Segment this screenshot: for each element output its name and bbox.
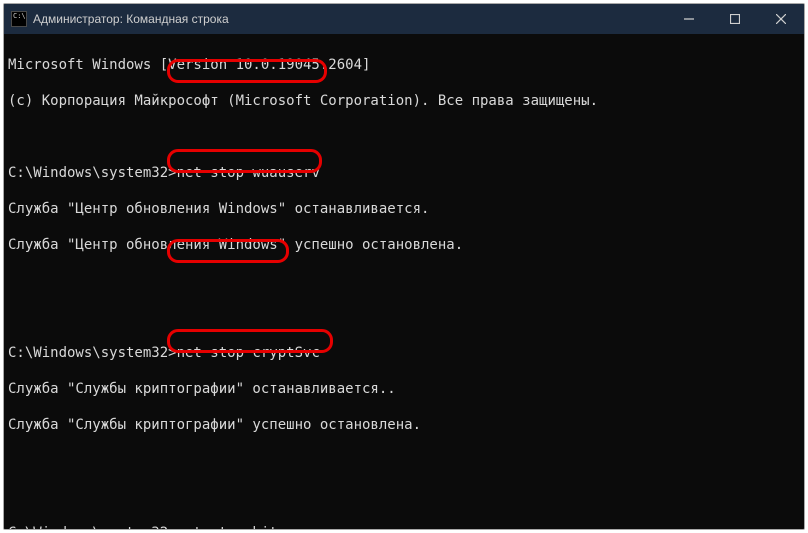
output-line (8, 452, 800, 470)
output-line: (c) Корпорация Майкрософт (Microsoft Cor… (8, 92, 800, 110)
cmd-icon (11, 11, 27, 27)
window-title: Администратор: Командная строка (33, 12, 666, 26)
output-line (8, 488, 800, 506)
close-button[interactable] (758, 4, 804, 34)
prompt: C:\Windows\system32> (8, 345, 177, 361)
output-line (8, 128, 800, 146)
window-controls (666, 4, 804, 34)
output-line: Служба "Службы криптографии" успешно ост… (8, 416, 800, 434)
prompt-line: C:\Windows\system32>net stop wuauserv (8, 164, 800, 182)
close-icon (776, 14, 786, 24)
output-line: Служба "Центр обновления Windows" остана… (8, 200, 800, 218)
maximize-icon (730, 14, 740, 24)
minimize-icon (684, 14, 694, 24)
output-line (8, 308, 800, 326)
command-text: net stop bits (177, 525, 287, 530)
command-text: net stop wuauserv (177, 165, 320, 181)
terminal-output[interactable]: Microsoft Windows [Version 10.0.19045.26… (4, 34, 804, 529)
output-line: Служба "Службы криптографии" останавлива… (8, 380, 800, 398)
title-bar[interactable]: Администратор: Командная строка (4, 4, 804, 34)
maximize-button[interactable] (712, 4, 758, 34)
command-text: net stop cryptSvc (177, 345, 320, 361)
output-line: Microsoft Windows [Version 10.0.19045.26… (8, 56, 800, 74)
cmd-window: Администратор: Командная строка Microsof… (3, 3, 805, 530)
minimize-button[interactable] (666, 4, 712, 34)
prompt: C:\Windows\system32> (8, 165, 177, 181)
prompt-line: C:\Windows\system32>net stop bits (8, 524, 800, 530)
output-line (8, 272, 800, 290)
prompt-line: C:\Windows\system32>net stop cryptSvc (8, 344, 800, 362)
prompt: C:\Windows\system32> (8, 525, 177, 530)
output-line: Служба "Центр обновления Windows" успешн… (8, 236, 800, 254)
